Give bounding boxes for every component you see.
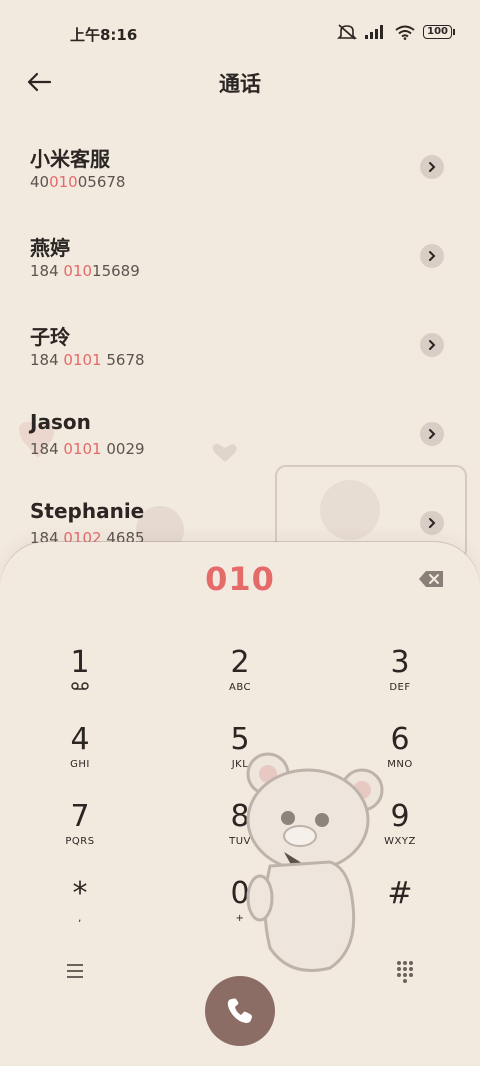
call-button[interactable]: [205, 976, 275, 1046]
key-letters: DEF: [389, 682, 411, 693]
key-letters: ,: [78, 913, 82, 924]
mute-icon: [337, 24, 358, 40]
key-digit: 1: [70, 645, 90, 680]
key-letters: ABC: [228, 682, 251, 693]
key-letters: +: [235, 913, 245, 924]
key-digit: 6: [390, 722, 410, 757]
contact-row[interactable]: Jason 184 0101 0029: [0, 392, 480, 481]
contact-list: 小米客服 4001005678 燕婷 184 01015689 子玲 184 0…: [0, 125, 480, 570]
chevron-right-icon: [429, 340, 436, 350]
signal-icon: [365, 25, 384, 39]
key-letters: TUV: [229, 836, 251, 847]
backspace-icon: [419, 571, 443, 587]
status-time: 上午8:16: [70, 26, 138, 44]
key-digit: 7: [70, 799, 90, 834]
key-9[interactable]: 9 WXYZ: [340, 800, 460, 870]
key-digit: 4: [70, 722, 90, 757]
contact-row[interactable]: 燕婷 184 01015689: [0, 214, 480, 303]
wifi-icon: [395, 25, 415, 40]
dialpad-icon: [397, 961, 413, 983]
page-title: 通话: [219, 72, 261, 96]
key-letters: MNO: [387, 759, 413, 770]
menu-button[interactable]: [62, 958, 88, 984]
contact-details-button[interactable]: [420, 511, 444, 535]
key-6[interactable]: 6 MNO: [340, 723, 460, 793]
contact-name: Stephanie: [30, 499, 145, 523]
chevron-right-icon: [429, 518, 436, 528]
key-3[interactable]: 3 DEF: [340, 646, 460, 716]
contact-details-button[interactable]: [420, 333, 444, 357]
key-letters: WXYZ: [384, 836, 416, 847]
key-8[interactable]: 8 TUV: [180, 800, 300, 870]
contact-row[interactable]: 子玲 184 0101 5678: [0, 303, 480, 392]
key-2[interactable]: 2 ABC: [180, 646, 300, 716]
contact-details-button[interactable]: [420, 422, 444, 446]
voicemail-icon: [71, 682, 89, 690]
key-digit: *: [72, 876, 88, 911]
key-4[interactable]: 4 GHI: [20, 723, 140, 793]
key-digit: 8: [230, 799, 250, 834]
contact-name: 小米客服: [30, 147, 110, 171]
contact-number: 4001005678: [30, 173, 126, 191]
dialed-number: 010: [205, 560, 275, 598]
contact-details-button[interactable]: [420, 155, 444, 179]
contact-name: 燕婷: [30, 236, 70, 260]
contact-number: 184 0101 5678: [30, 351, 145, 369]
key-1[interactable]: 1: [20, 646, 140, 716]
menu-icon: [67, 964, 83, 978]
key-0[interactable]: 0 +: [180, 877, 300, 947]
chevron-right-icon: [429, 162, 436, 172]
status-icons: 100: [337, 23, 455, 41]
key-digit: 0: [230, 876, 250, 911]
contact-details-button[interactable]: [420, 244, 444, 268]
key-digit: 9: [390, 799, 410, 834]
key-digit: 2: [230, 645, 250, 680]
chevron-right-icon: [429, 251, 436, 261]
key-digit: #: [387, 876, 413, 911]
contact-name: 子玲: [30, 325, 70, 349]
dialpad-toggle-button[interactable]: [392, 958, 418, 984]
top-bar: 通话: [0, 64, 480, 120]
key-star[interactable]: * ,: [20, 877, 140, 947]
key-letters: JKL: [231, 759, 249, 770]
key-digit: 5: [230, 722, 250, 757]
key-letters: GHI: [70, 759, 90, 770]
key-letters: PQRS: [65, 836, 95, 847]
battery-indicator: 100: [423, 25, 455, 39]
key-5[interactable]: 5 JKL: [180, 723, 300, 793]
contact-number: 184 01015689: [30, 262, 140, 280]
backspace-button[interactable]: [418, 570, 444, 588]
key-hash[interactable]: #: [340, 877, 460, 947]
phone-icon: [227, 998, 252, 1023]
contact-number: 184 0101 0029: [30, 440, 145, 458]
status-bar: 上午8:16 100: [0, 0, 480, 64]
chevron-right-icon: [429, 429, 436, 439]
key-digit: 3: [390, 645, 410, 680]
contact-row[interactable]: 小米客服 4001005678: [0, 125, 480, 214]
contact-name: Jason: [30, 410, 91, 434]
key-7[interactable]: 7 PQRS: [20, 800, 140, 870]
